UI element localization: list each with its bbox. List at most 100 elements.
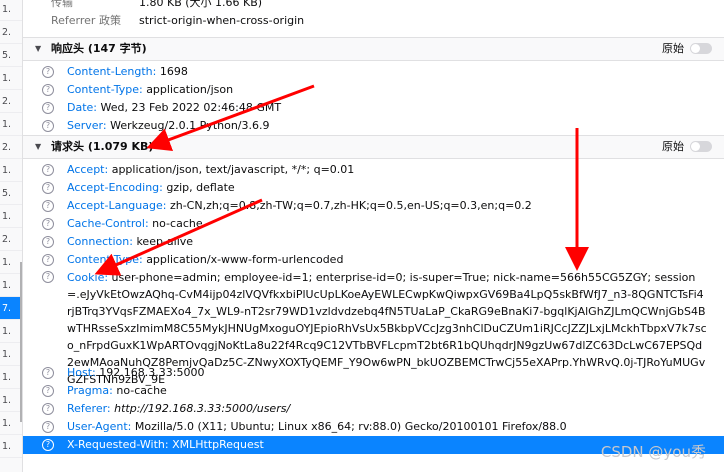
header-name: Content-Type: <box>67 83 143 96</box>
request-list-item[interactable]: 5. <box>0 182 22 205</box>
header-value: gzip, deflate <box>166 181 235 194</box>
header-value: application/x-www-form-urlencoded <box>146 253 344 266</box>
header-row: ? Content-Length: 1698 <box>23 63 724 81</box>
header-row: ? Referer: http://192.168.3.33:5000/user… <box>23 400 724 418</box>
request-headers-section[interactable]: ▼ 请求头 (1.079 KB) 原始 <box>23 135 724 159</box>
header-value: XMLHttpRequest <box>172 438 264 451</box>
response-headers-section[interactable]: ▼ 响应头 (147 字节) 原始 <box>23 37 724 61</box>
collapse-triangle-icon[interactable]: ▼ <box>35 38 41 60</box>
help-icon[interactable]: ? <box>42 439 54 451</box>
header-value: 1698 <box>159 65 188 78</box>
help-icon[interactable]: ? <box>42 182 54 194</box>
request-list-item[interactable]: 5. <box>0 44 22 67</box>
help-icon[interactable]: ? <box>42 84 54 96</box>
help-icon[interactable]: ? <box>42 385 54 397</box>
header-name: X-Requested-With: <box>67 438 169 451</box>
header-row: ? Content-Type: application/json <box>23 81 724 99</box>
request-list-item[interactable]: 1. <box>0 205 22 228</box>
request-list-item[interactable]: 1. <box>0 274 22 297</box>
referrer-policy-row: Referrer 政策 strict-origin-when-cross-ori… <box>23 12 724 30</box>
request-headers-title: 请求头 (1.079 KB) <box>51 140 154 153</box>
header-value: no-cache <box>116 384 167 397</box>
request-list-item[interactable]: 1. <box>0 435 22 458</box>
help-icon[interactable]: ? <box>42 164 54 176</box>
help-icon[interactable]: ? <box>42 403 54 415</box>
header-value: keep-alive <box>136 235 194 248</box>
header-name: Content-Length: <box>67 65 157 78</box>
header-name: Content-Type: <box>67 253 143 266</box>
raw-toggle[interactable] <box>690 43 712 54</box>
header-row: ? Date: Wed, 23 Feb 2022 02:46:48 GMT <box>23 99 724 117</box>
header-row: ? Pragma: no-cache <box>23 382 724 400</box>
request-list-item[interactable]: 1. <box>0 320 22 343</box>
raw-label: 原始 <box>662 140 684 153</box>
header-value: Werkzeug/2.0.1 Python/3.6.9 <box>110 119 270 132</box>
header-name: Accept-Encoding: <box>67 181 163 194</box>
help-icon[interactable]: ? <box>42 367 54 379</box>
request-list-item[interactable]: 1. <box>0 113 22 136</box>
help-icon[interactable]: ? <box>42 200 54 212</box>
header-value: Wed, 23 Feb 2022 02:46:48 GMT <box>100 101 282 114</box>
help-icon[interactable]: ? <box>42 271 54 283</box>
request-list-gutter: 1. 2. 5. 1. 2. 1. 2. 1. 5. 1. 2. 1. 1. 7… <box>0 0 23 472</box>
request-list-item[interactable]: 1. <box>0 67 22 90</box>
request-list-item[interactable]: 1. <box>0 412 22 435</box>
help-icon[interactable]: ? <box>42 236 54 248</box>
help-icon[interactable]: ? <box>42 421 54 433</box>
header-row: ? Connection: keep-alive <box>23 233 724 251</box>
header-row: ? Host: 192.168.3.33:5000 <box>23 364 724 382</box>
help-icon[interactable]: ? <box>42 254 54 266</box>
header-name: User-Agent: <box>67 420 132 433</box>
header-row: ? Cache-Control: no-cache <box>23 215 724 233</box>
header-name: Connection: <box>67 235 133 248</box>
header-name: Cache-Control: <box>67 217 149 230</box>
transfer-value: 1.80 KB (大小 1.66 KB) <box>139 0 263 9</box>
help-icon[interactable]: ? <box>42 218 54 230</box>
header-value: Mozilla/5.0 (X11; Ubuntu; Linux x86_64; … <box>134 420 567 433</box>
help-icon[interactable]: ? <box>42 102 54 114</box>
header-row: ? Accept: application/json, text/javascr… <box>23 161 724 179</box>
request-list-item[interactable]: 1. <box>0 389 22 412</box>
response-headers-title: 响应头 (147 字节) <box>51 42 147 55</box>
request-list-item[interactable]: 2. <box>0 136 22 159</box>
headers-panel: 传输 1.80 KB (大小 1.66 KB) Referrer 政策 stri… <box>23 0 724 472</box>
header-row: ? User-Agent: Mozilla/5.0 (X11; Ubuntu; … <box>23 418 724 436</box>
watermark: CSDN @you秀 <box>600 443 706 461</box>
raw-toggle[interactable] <box>690 141 712 152</box>
header-row: ? Content-Type: application/x-www-form-u… <box>23 251 724 269</box>
header-name: Accept: <box>67 163 109 176</box>
request-list-item[interactable]: 1. <box>0 366 22 389</box>
raw-label: 原始 <box>662 42 684 55</box>
referrer-policy-value: strict-origin-when-cross-origin <box>139 14 305 27</box>
request-list-item[interactable]: 2. <box>0 90 22 113</box>
help-icon[interactable]: ? <box>42 120 54 132</box>
collapse-triangle-icon[interactable]: ▼ <box>35 136 41 158</box>
request-list-item[interactable]: 2. <box>0 21 22 44</box>
header-name: Accept-Language: <box>67 199 167 212</box>
request-list-item[interactable]: 1. <box>0 343 22 366</box>
request-list-item-selected[interactable]: 7. <box>0 297 22 320</box>
header-row: ? Accept-Encoding: gzip, deflate <box>23 179 724 197</box>
request-list-item[interactable]: 2. <box>0 228 22 251</box>
header-value: zh-CN,zh;q=0.8,zh-TW;q=0.7,zh-HK;q=0.5,e… <box>169 199 532 212</box>
header-name: Pragma: <box>67 384 113 397</box>
header-row: ? Server: Werkzeug/2.0.1 Python/3.6.9 <box>23 117 724 135</box>
header-name: Cookie: <box>67 271 109 284</box>
referrer-policy-label: Referrer 政策 <box>51 14 121 27</box>
help-icon[interactable]: ? <box>42 66 54 78</box>
header-name: Host: <box>67 366 96 379</box>
header-name: Referer: <box>67 402 111 415</box>
request-list-item[interactable]: 1. <box>0 159 22 182</box>
request-list-item[interactable]: 1. <box>0 251 22 274</box>
transfer-row: 传输 1.80 KB (大小 1.66 KB) <box>23 0 724 12</box>
header-name: Date: <box>67 101 97 114</box>
header-value: http://192.168.3.33:5000/users/ <box>114 402 291 415</box>
header-value: application/json, text/javascript, */*; … <box>111 163 355 176</box>
header-value: no-cache <box>152 217 203 230</box>
request-list-item[interactable]: 1. <box>0 0 22 21</box>
transfer-label: 传输 <box>51 0 73 9</box>
header-value: 192.168.3.33:5000 <box>99 366 205 379</box>
header-value: application/json <box>146 83 234 96</box>
header-name: Server: <box>67 119 107 132</box>
header-row: ? Accept-Language: zh-CN,zh;q=0.8,zh-TW;… <box>23 197 724 215</box>
